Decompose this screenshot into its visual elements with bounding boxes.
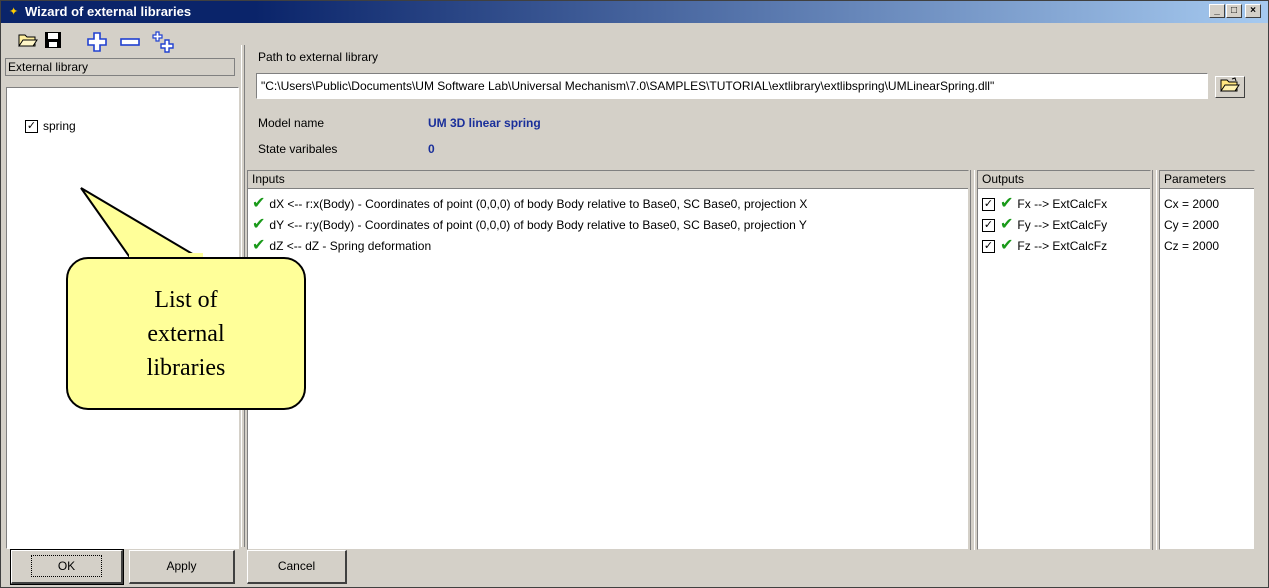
parameter-row[interactable]: Cz = 2000 <box>1164 236 1219 256</box>
app-icon: ✦ <box>9 6 19 18</box>
library-item-label: spring <box>43 119 76 133</box>
title-bar[interactable]: ✦ Wizard of external libraries _ □ × <box>1 1 1268 23</box>
inputs-header: Inputs <box>248 171 968 189</box>
add-icon[interactable] <box>86 31 108 58</box>
library-list-header: External library <box>5 58 235 76</box>
checkbox-icon[interactable]: ✓ <box>25 120 38 134</box>
remove-icon[interactable] <box>119 31 141 58</box>
inputs-pane[interactable]: Inputs ✔ dX <-- r:x(Body) - Coordinates o… <box>247 170 969 550</box>
window-title: Wizard of external libraries <box>25 4 192 19</box>
minimize-button[interactable]: _ <box>1209 4 1225 18</box>
check-icon: ✔ <box>1000 237 1014 254</box>
cancel-button[interactable]: Cancel <box>247 550 347 584</box>
check-icon: ✔ <box>252 195 266 212</box>
input-row-label: dZ <-- dZ - Spring deformation <box>269 239 432 253</box>
check-icon: ✔ <box>1000 216 1014 233</box>
open-icon[interactable] <box>18 31 38 53</box>
output-row[interactable]: ✓ ✔ Fy --> ExtCalcFy <box>982 215 1107 235</box>
ok-button[interactable]: OK <box>10 549 124 585</box>
input-row[interactable]: ✔ dY <-- r:y(Body) - Coordinates of point… <box>252 215 807 235</box>
parameter-row[interactable]: Cy = 2000 <box>1164 215 1219 235</box>
output-row[interactable]: ✓ ✔ Fx --> ExtCalcFx <box>982 194 1107 214</box>
checkbox-icon[interactable]: ✓ <box>982 219 995 233</box>
input-row-label: dX <-- r:x(Body) - Coordinates of point … <box>269 197 808 211</box>
parameters-pane[interactable]: Parameters Cx = 2000 Cy = 2000 Cz = 2000 <box>1159 170 1255 550</box>
callout-box: List of external libraries <box>66 257 306 410</box>
save-icon[interactable] <box>44 31 62 54</box>
pane-splitter[interactable] <box>970 170 975 550</box>
model-name-label: Model name <box>258 116 325 130</box>
list-item[interactable]: ✓ spring <box>25 118 76 134</box>
input-row[interactable]: ✔ dZ <-- dZ - Spring deformation <box>252 236 431 256</box>
path-label: Path to external library <box>258 50 379 64</box>
checkbox-icon[interactable]: ✓ <box>982 198 995 212</box>
check-icon: ✔ <box>252 237 266 254</box>
model-name-value: UM 3D linear spring <box>428 116 541 130</box>
parameters-header: Parameters <box>1160 171 1254 189</box>
path-input[interactable]: "C:\Users\Public\Documents\UM Software L… <box>256 73 1208 99</box>
input-row-label: dY <-- r:y(Body) - Coordinates of point … <box>269 218 807 232</box>
maximize-button[interactable]: □ <box>1226 4 1242 18</box>
pane-splitter[interactable] <box>1152 170 1157 550</box>
apply-button[interactable]: Apply <box>129 550 235 584</box>
state-variables-label: State varibales <box>258 142 338 156</box>
cancel-button-label: Cancel <box>277 559 316 573</box>
parameter-row[interactable]: Cx = 2000 <box>1164 194 1219 214</box>
check-icon: ✔ <box>252 216 266 233</box>
callout-text: List of external libraries <box>146 286 226 381</box>
input-row[interactable]: ✔ dX <-- r:x(Body) - Coordinates of point… <box>252 194 807 214</box>
output-row-label: Fx --> ExtCalcFx <box>1017 197 1108 211</box>
state-variables-value: 0 <box>428 142 435 156</box>
outputs-pane[interactable]: Outputs ✓ ✔ Fx --> ExtCalcFx ✓ ✔ Fy --> ExtC… <box>977 170 1151 550</box>
output-row-label: Fy --> ExtCalcFy <box>1017 218 1108 232</box>
outputs-header: Outputs <box>978 171 1150 189</box>
checkbox-icon[interactable]: ✓ <box>982 240 995 254</box>
apply-button-label: Apply <box>166 559 197 573</box>
output-row[interactable]: ✓ ✔ Fz --> ExtCalcFz <box>982 236 1107 256</box>
close-button[interactable]: × <box>1245 4 1261 18</box>
add-multiple-icon[interactable] <box>152 31 174 58</box>
check-icon: ✔ <box>1000 195 1014 212</box>
browse-folder-button[interactable] <box>1215 76 1245 98</box>
ok-button-label: OK <box>30 555 103 577</box>
output-row-label: Fz --> ExtCalcFz <box>1017 239 1108 253</box>
wizard-window: ✦ Wizard of external libraries _ □ × Ext… <box>0 0 1269 588</box>
